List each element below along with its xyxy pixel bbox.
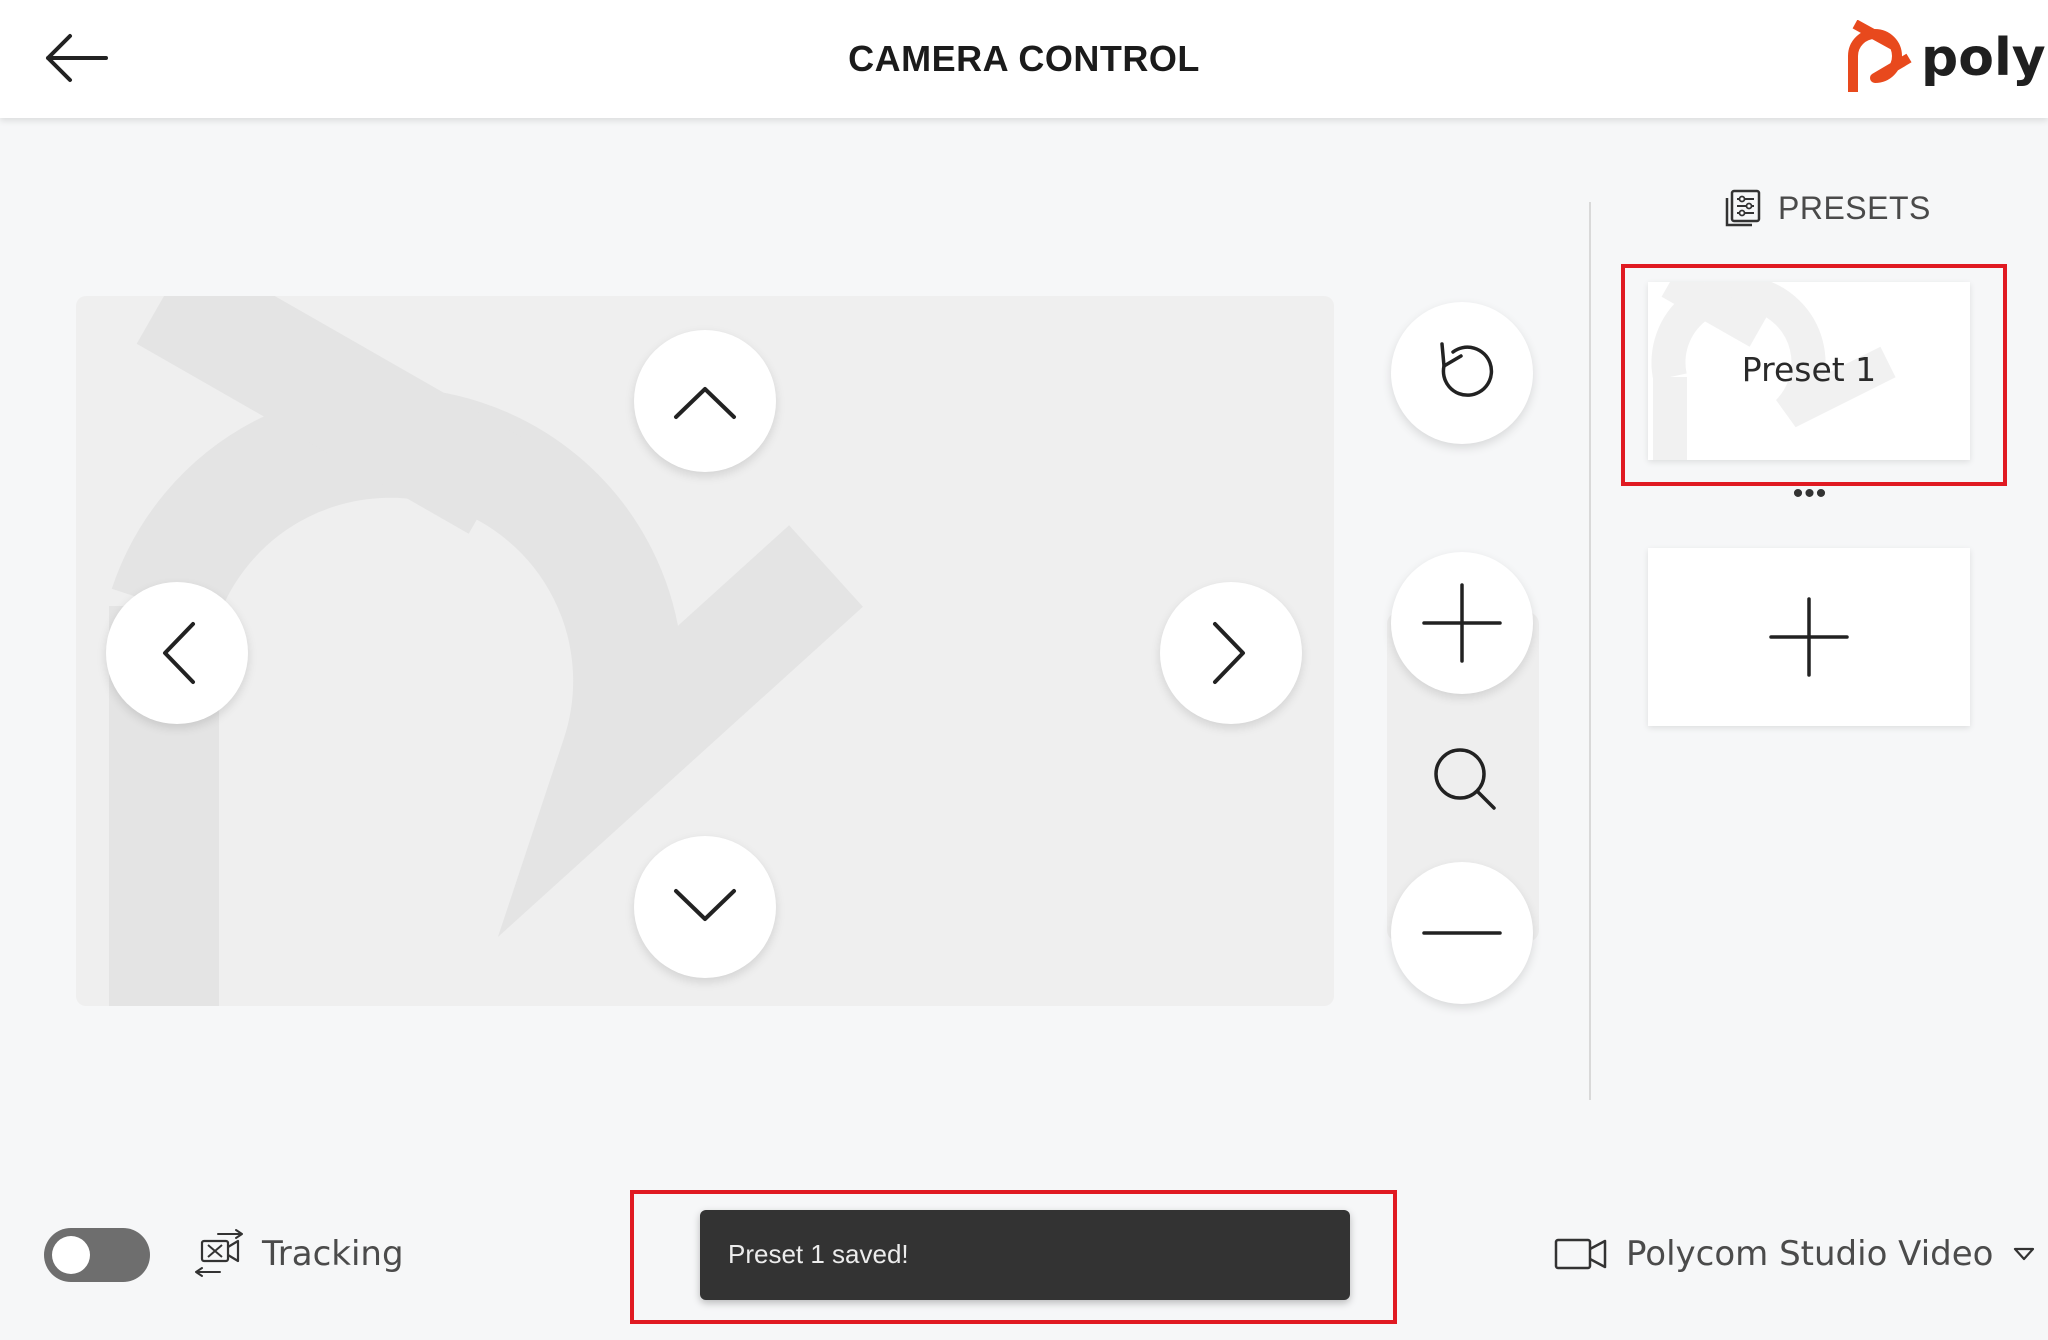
- tracking-icon: [195, 1229, 243, 1277]
- magnifier-icon: [1434, 748, 1496, 810]
- preset-name: Preset 1: [1741, 350, 1877, 389]
- poly-logo-icon: [1848, 20, 1912, 92]
- reset-icon: [1440, 342, 1494, 397]
- page-title: CAMERA CONTROL: [848, 38, 1200, 79]
- zoom-indicator: [1430, 744, 1500, 814]
- presets-list-icon: [1725, 189, 1761, 227]
- chevron-down-icon: [674, 889, 736, 921]
- toggle-knob: [52, 1236, 90, 1274]
- video-camera-icon: [1554, 1238, 1607, 1270]
- poly-logo: poly: [1845, 20, 2046, 98]
- plus-icon: [1422, 583, 1502, 663]
- tilt-down-button[interactable]: [634, 836, 776, 978]
- preset-card-1[interactable]: Preset 1: [1648, 282, 1970, 460]
- presets-heading: PRESETS: [1724, 185, 1931, 231]
- presets-label: PRESETS: [1778, 189, 1931, 226]
- tracking-icon-wrap: [192, 1228, 246, 1282]
- zoom-in-button[interactable]: [1391, 552, 1533, 694]
- zoom-out-button[interactable]: [1391, 862, 1533, 1004]
- tilt-up-button[interactable]: [634, 330, 776, 472]
- tracking-label: Tracking: [262, 1234, 404, 1274]
- minus-icon: [1422, 931, 1502, 935]
- preset-more-button[interactable]: •••: [1780, 476, 1840, 512]
- camera-label: Polycom Studio Video: [1626, 1234, 1994, 1274]
- chevron-left-icon: [163, 622, 195, 684]
- tracking-toggle[interactable]: [44, 1228, 150, 1282]
- pan-left-button[interactable]: [106, 582, 248, 724]
- add-preset-button[interactable]: [1648, 548, 1970, 726]
- chevron-right-icon: [1213, 622, 1245, 684]
- caret-down-icon: [2014, 1247, 2035, 1261]
- plus-icon: [1769, 597, 1849, 677]
- pan-right-button[interactable]: [1160, 582, 1302, 724]
- panel-divider: [1589, 202, 1591, 1100]
- header-bar: CAMERA CONTROL poly: [0, 0, 2048, 118]
- chevron-up-icon: [674, 387, 736, 419]
- toast-message: Preset 1 saved!: [728, 1239, 909, 1269]
- logo-text: poly: [1921, 28, 2046, 88]
- reset-camera-button[interactable]: [1391, 302, 1533, 444]
- camera-select[interactable]: Polycom Studio Video: [1554, 1226, 2035, 1282]
- toast-notification: Preset 1 saved!: [700, 1210, 1350, 1300]
